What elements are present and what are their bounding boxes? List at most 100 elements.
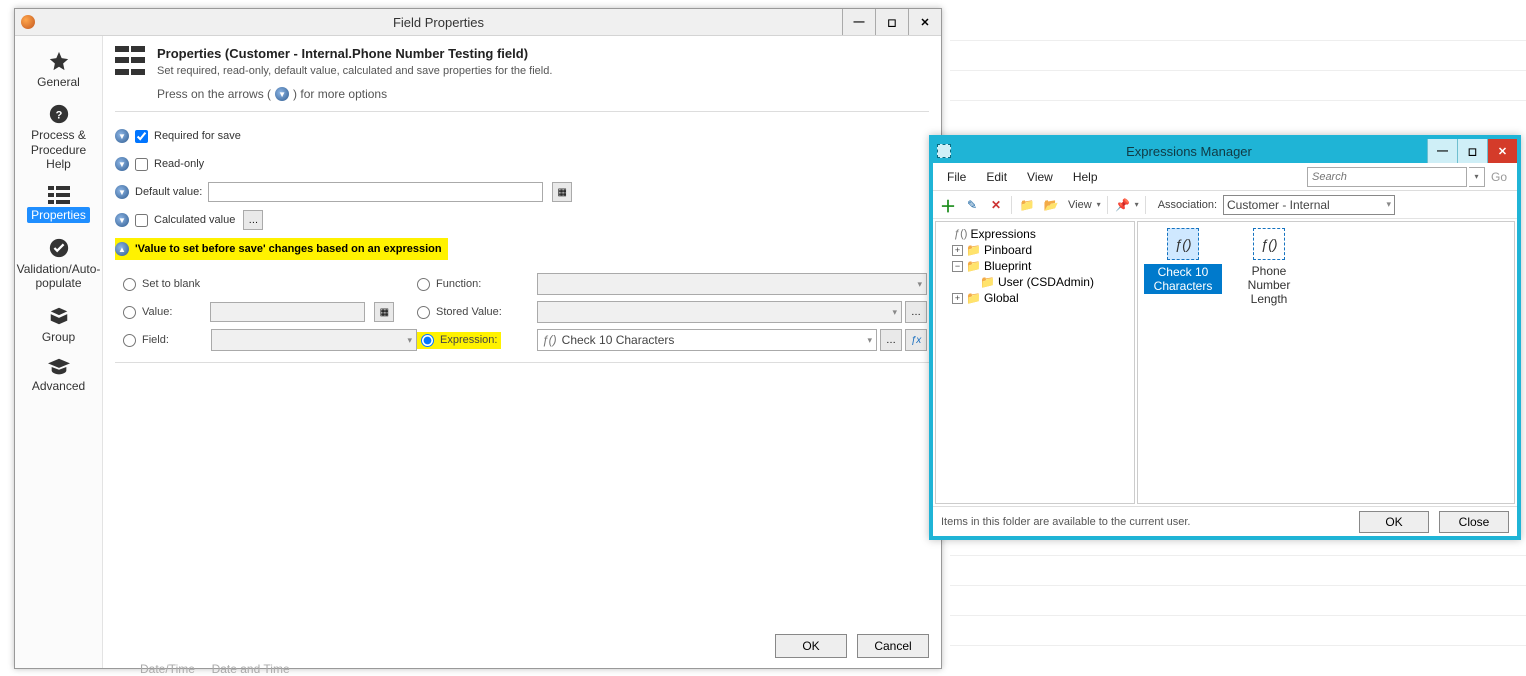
radio-expression[interactable] <box>421 334 434 347</box>
pin-dropdown[interactable]: 📌▾ <box>1114 196 1139 214</box>
expression-icon: ƒ() <box>1253 228 1285 260</box>
folder-icon: 📁 <box>980 275 995 289</box>
em-close-button[interactable]: ✕ <box>1487 139 1517 163</box>
sidebar-item-general[interactable]: General <box>19 44 98 93</box>
properties-icon <box>115 46 147 78</box>
menu-view[interactable]: View <box>1019 168 1061 186</box>
tree-global[interactable]: +📁Global <box>938 290 1132 306</box>
readonly-label: Read-only <box>154 158 204 170</box>
radio-function[interactable] <box>417 278 430 291</box>
calculated-label: Calculated value <box>154 214 235 226</box>
em-titlebar[interactable]: Expressions Manager — ◻ ✕ <box>933 139 1517 163</box>
tree-pinboard[interactable]: +📁Pinboard <box>938 242 1132 258</box>
expression-icon: ƒ() <box>1167 228 1199 260</box>
em-title: Expressions Manager <box>951 144 1427 159</box>
cancel-button[interactable]: Cancel <box>857 634 929 658</box>
minimize-button[interactable]: — <box>842 9 875 35</box>
item-phone-number-length[interactable]: ƒ() Phone Number Length <box>1230 228 1308 306</box>
content-header: Properties (Customer - Internal.Phone Nu… <box>115 46 929 112</box>
status-bar: Items in this folder are available to th… <box>933 506 1517 536</box>
field-properties-titlebar[interactable]: Field Properties — ◻ ✕ <box>15 9 941 36</box>
collapse-toggle[interactable]: ▲ <box>115 242 129 256</box>
page-subtitle: Set required, read-only, default value, … <box>157 65 552 77</box>
menu-help[interactable]: Help <box>1065 168 1106 186</box>
graduation-icon <box>48 358 70 376</box>
menu-edit[interactable]: Edit <box>978 168 1015 186</box>
em-ok-button[interactable]: OK <box>1359 511 1429 533</box>
folder-up-icon[interactable]: 📂 <box>1042 196 1060 214</box>
delete-icon[interactable]: ✕ <box>987 196 1005 214</box>
sidebar-item-group[interactable]: Group <box>19 299 98 348</box>
required-label: Required for save <box>154 130 241 142</box>
field-properties-title: Field Properties <box>35 15 842 30</box>
expand-toggle-readonly[interactable]: ▼ <box>115 157 129 171</box>
tree-blueprint[interactable]: −📁Blueprint <box>938 258 1132 274</box>
radio-set-blank[interactable] <box>123 278 136 291</box>
sidebar-item-validation[interactable]: Validation/Auto-populate <box>19 231 98 295</box>
value-input <box>210 302 365 322</box>
em-maximize-button[interactable]: ◻ <box>1457 139 1487 163</box>
calculated-checkbox[interactable] <box>135 214 148 227</box>
em-menubar: File Edit View Help ▾ Go <box>933 163 1517 191</box>
search-dropdown-icon[interactable]: ▾ <box>1469 167 1485 187</box>
ellipsis-button[interactable]: … <box>243 210 263 230</box>
star-icon <box>48 50 70 72</box>
function-combo[interactable]: ▾ <box>537 273 927 295</box>
fx-icon: ƒ() <box>542 333 557 347</box>
expand-toggle-calculated[interactable]: ▼ <box>115 213 129 227</box>
grid-picker-icon[interactable]: ▦ <box>552 182 572 202</box>
em-close-button-footer[interactable]: Close <box>1439 511 1509 533</box>
radio-field[interactable] <box>123 334 136 347</box>
field-combo[interactable]: ▾ <box>211 329 417 351</box>
expression-ellipsis[interactable]: … <box>880 329 902 351</box>
tree-panel: ƒ()Expressions +📁Pinboard −📁Blueprint 📁U… <box>935 221 1135 504</box>
sidebar-item-help[interactable]: ? Process & Procedure Help <box>19 97 98 175</box>
pin-icon: 📌 <box>1114 196 1132 214</box>
radio-stored-value[interactable] <box>417 306 430 319</box>
value-picker-icon[interactable]: ▦ <box>374 302 394 322</box>
add-icon[interactable]: ＋ <box>939 196 957 214</box>
view-dropdown[interactable]: View▾ <box>1066 199 1101 211</box>
maximize-button[interactable]: ◻ <box>875 9 908 35</box>
folder-icon: 📁 <box>966 291 981 305</box>
folder-add-icon[interactable]: 📁 <box>1018 196 1036 214</box>
sidebar-item-properties[interactable]: Properties <box>19 180 98 227</box>
expand-toggle-required[interactable]: ▼ <box>115 129 129 143</box>
separator <box>1107 196 1108 214</box>
item-check-10-characters[interactable]: ƒ() Check 10 Characters <box>1144 228 1222 294</box>
required-checkbox[interactable] <box>135 130 148 143</box>
association-combo[interactable]: Customer - Internal▾ <box>1223 195 1395 215</box>
search-go[interactable]: Go <box>1487 170 1511 184</box>
ok-button[interactable]: OK <box>775 634 847 658</box>
arrows-hint: Press on the arrows ( ▼ ) for more optio… <box>157 87 552 101</box>
em-app-icon <box>937 144 951 158</box>
value-before-save-options: Set to blank Function: ▾ Value: ▦ Stored… <box>115 266 929 363</box>
stored-value-ellipsis[interactable]: … <box>905 301 927 323</box>
em-minimize-button[interactable]: — <box>1427 139 1457 163</box>
edit-icon[interactable]: ✎ <box>963 196 981 214</box>
close-button[interactable]: ✕ <box>908 9 941 35</box>
em-toolbar: ＋ ✎ ✕ 📁 📂 View▾ 📌▾ Association: Customer… <box>933 191 1517 219</box>
association-label: Association: <box>1156 199 1219 211</box>
cube-icon <box>48 305 70 327</box>
page-title: Properties (Customer - Internal.Phone Nu… <box>157 46 552 61</box>
expression-combo[interactable]: ƒ()Check 10 Characters ▾ <box>537 329 877 351</box>
readonly-checkbox[interactable] <box>135 158 148 171</box>
tree-user[interactable]: 📁User (CSDAdmin) <box>938 274 1132 290</box>
menu-file[interactable]: File <box>939 168 974 186</box>
separator <box>1145 196 1146 214</box>
search-input[interactable] <box>1307 167 1467 187</box>
default-value-input[interactable] <box>208 182 543 202</box>
sidebar: General ? Process & Procedure Help Prope… <box>15 36 103 668</box>
sidebar-item-advanced[interactable]: Advanced <box>19 352 98 397</box>
folder-icon: 📁 <box>966 259 981 273</box>
app-orb-icon <box>21 15 35 29</box>
svg-text:?: ? <box>55 110 62 122</box>
check-circle-icon <box>48 237 70 259</box>
tree-root[interactable]: ƒ()Expressions <box>938 226 1132 242</box>
stored-value-combo[interactable]: ▾ <box>537 301 902 323</box>
radio-value[interactable] <box>123 306 136 319</box>
expand-toggle-default[interactable]: ▼ <box>115 185 129 199</box>
content-area: Properties (Customer - Internal.Phone Nu… <box>103 36 941 668</box>
expression-edit-icon[interactable]: ƒx <box>905 329 927 351</box>
